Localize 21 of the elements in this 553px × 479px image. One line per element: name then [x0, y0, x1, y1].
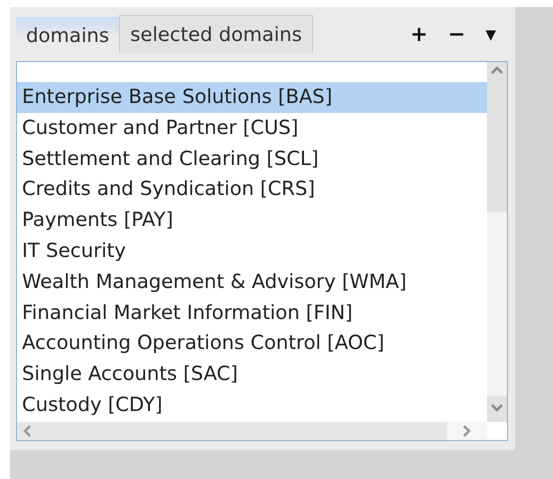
- down-chevron-icon[interactable]: [491, 404, 503, 412]
- left-chevron-icon[interactable]: [23, 425, 31, 437]
- list-item[interactable]: Custody [CDY]: [17, 390, 487, 421]
- vertical-scrollbar[interactable]: [487, 62, 507, 422]
- up-chevron-icon[interactable]: [491, 66, 503, 74]
- tab[interactable]: selected domains: [119, 15, 313, 53]
- list-item[interactable]: IT Security: [17, 236, 487, 267]
- toolbar-button[interactable]: ▾: [482, 22, 499, 46]
- list-item[interactable]: Single Accounts [SAC]: [17, 359, 487, 390]
- toolbar-button[interactable]: −: [444, 22, 468, 46]
- list-item[interactable]: Payments [PAY]: [17, 205, 487, 236]
- toolbar-button[interactable]: +: [407, 22, 431, 46]
- list-item[interactable]: Enterprise Base Solutions [BAS]: [17, 82, 487, 113]
- list-item[interactable]: Wealth Management & Advisory [WMA]: [17, 266, 487, 298]
- list-item[interactable]: Customer and Partner [CUS]: [17, 112, 487, 144]
- right-chevron-icon[interactable]: [463, 425, 471, 437]
- list-item[interactable]: Financial Market Information [FIN]: [17, 298, 487, 328]
- list-item[interactable]: Accounting Operations Control [AOC]: [17, 328, 487, 360]
- horizontal-scrollbar[interactable]: [17, 422, 487, 440]
- list-item[interactable]: Credits and Syndication [CRS]: [17, 174, 487, 206]
- list-item[interactable]: Settlement and Clearing [SCL]: [17, 144, 487, 174]
